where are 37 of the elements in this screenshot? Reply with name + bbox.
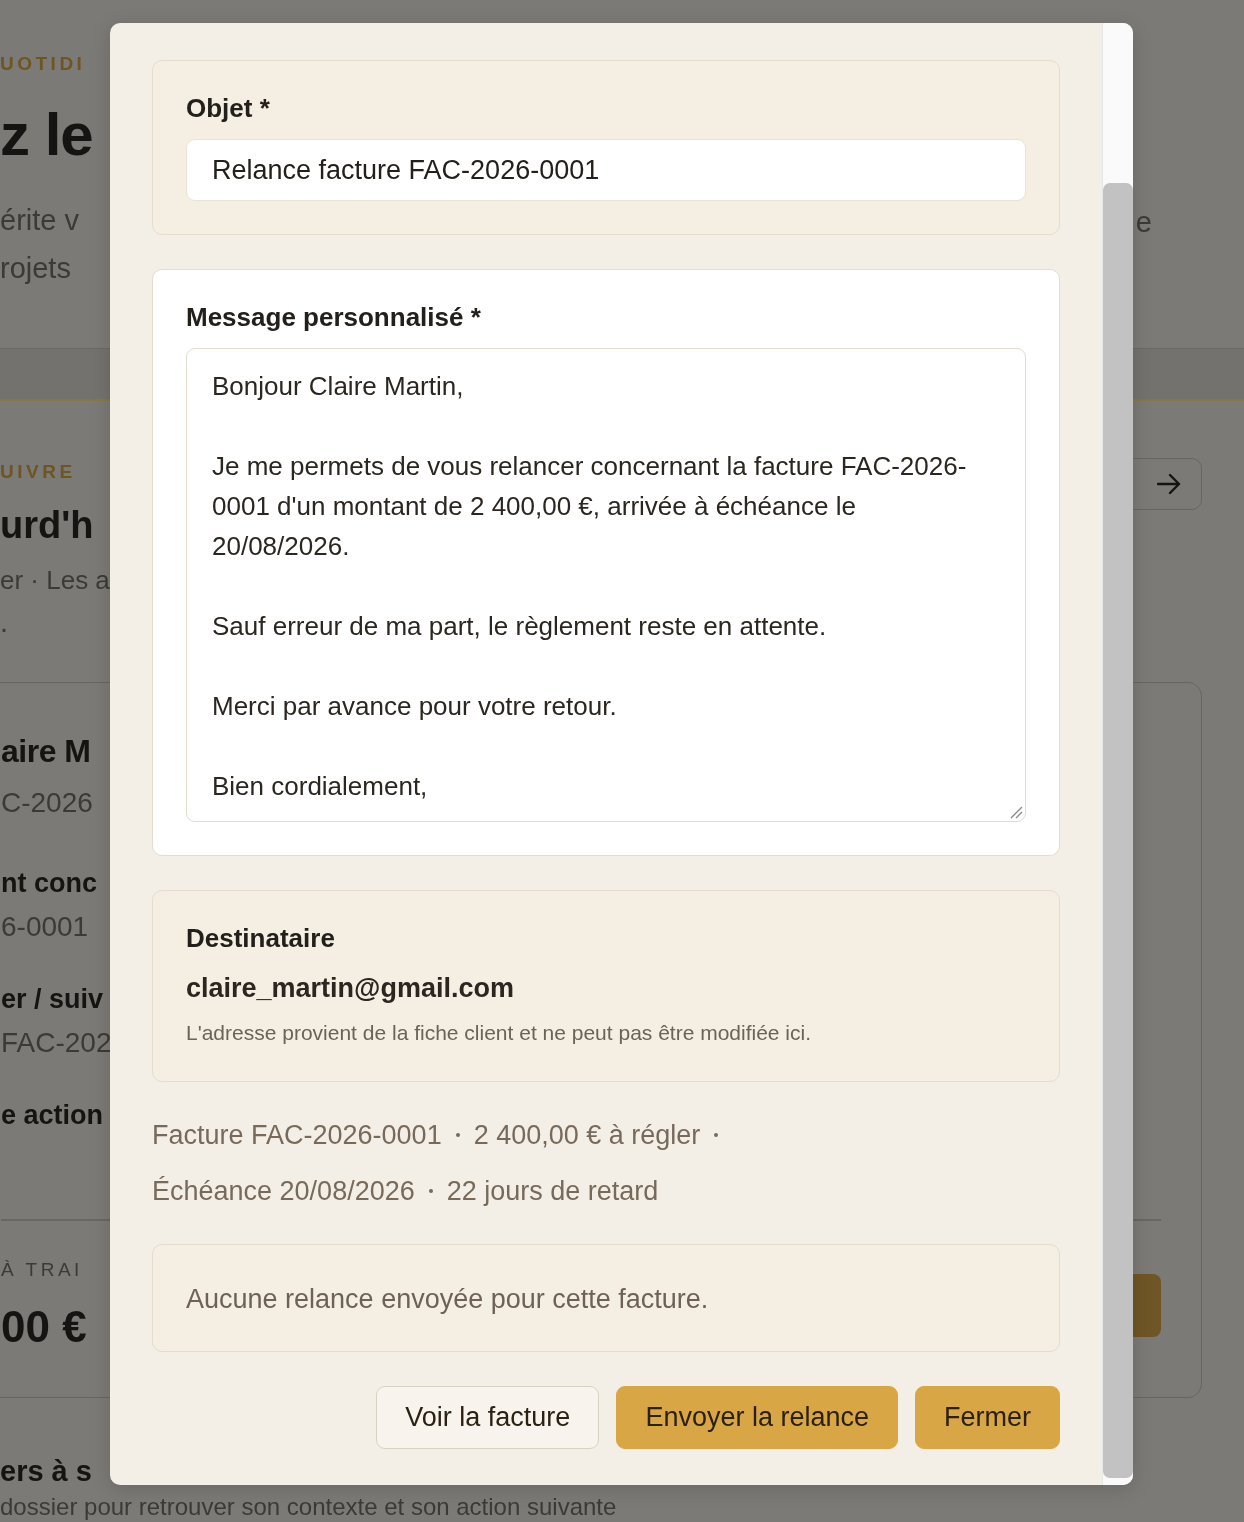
field-label: Objet *: [186, 92, 270, 125]
amount-text: 00 €: [1, 1300, 87, 1353]
resize-grip-icon[interactable]: [1009, 805, 1023, 819]
detail-text: FAC-202: [1, 1026, 112, 1060]
empty-state-text: Aucune relance envoyée pour cette facture.: [186, 1283, 709, 1316]
eyebrow-text: UOTIDI: [0, 52, 86, 76]
intro-text: érite v: [0, 203, 79, 238]
subject-field[interactable]: Relance facture FAC-2026-0001: [186, 139, 1026, 201]
eyebrow-text: UIVRE: [0, 460, 76, 484]
action-button[interactable]: Fermer: [915, 1386, 1060, 1449]
section-heading: ers à s: [0, 1454, 93, 1489]
section-label: Destinataire: [186, 922, 335, 955]
section-subtitle: er · Les a: [0, 564, 110, 597]
secondary-button[interactable]: Voir la facture: [376, 1386, 600, 1449]
client-name: aire M: [1, 732, 91, 771]
page-heading: z le: [0, 100, 93, 170]
summary-text: 2 400,00 € à régler: [473, 1119, 701, 1152]
action-button[interactable]: Envoyer la relance: [616, 1386, 898, 1449]
summary-text: Facture FAC-2026-0001: [152, 1119, 442, 1152]
email-text: claire_martin@gmail.com: [186, 972, 514, 1005]
detail-text: 6-0001: [1, 910, 89, 944]
intro-text: rojets: [0, 251, 71, 286]
section-heading: urd'h: [0, 503, 94, 548]
intro-text: e: [1135, 205, 1152, 240]
detail-text: C-2026: [1, 786, 93, 820]
arrow-right-icon: [1157, 473, 1181, 495]
summary-text: Échéance 20/08/2026: [152, 1175, 415, 1208]
detail-label: nt conc: [1, 867, 97, 900]
help-text: L'adresse provient de la fiche client et ne peut pas être modifiée ici.: [186, 1020, 812, 1046]
summary-text: 22 jours de retard: [446, 1175, 659, 1208]
detail-label: e action: [1, 1099, 104, 1132]
message-field[interactable]: Bonjour Claire Martin, Je me permets de vous relancer concernant la facture FAC-2026-0001 d'un montant de 2 400,00 €, arrivée à échéance le 20/08/2026. Sauf erreur de ma part, le règlement reste en attente. Merci par avance pour votre retour. Bien cordialement,: [186, 348, 1026, 822]
detail-label: er / suiv: [1, 983, 104, 1016]
section-subtitle: dossier pour retrouver son contexte et son action suivante: [0, 1493, 618, 1521]
field-label: Message personnalisé *: [186, 301, 481, 334]
eyebrow-text: À TRAI: [1, 1257, 83, 1282]
section-subtitle: .: [0, 605, 9, 640]
